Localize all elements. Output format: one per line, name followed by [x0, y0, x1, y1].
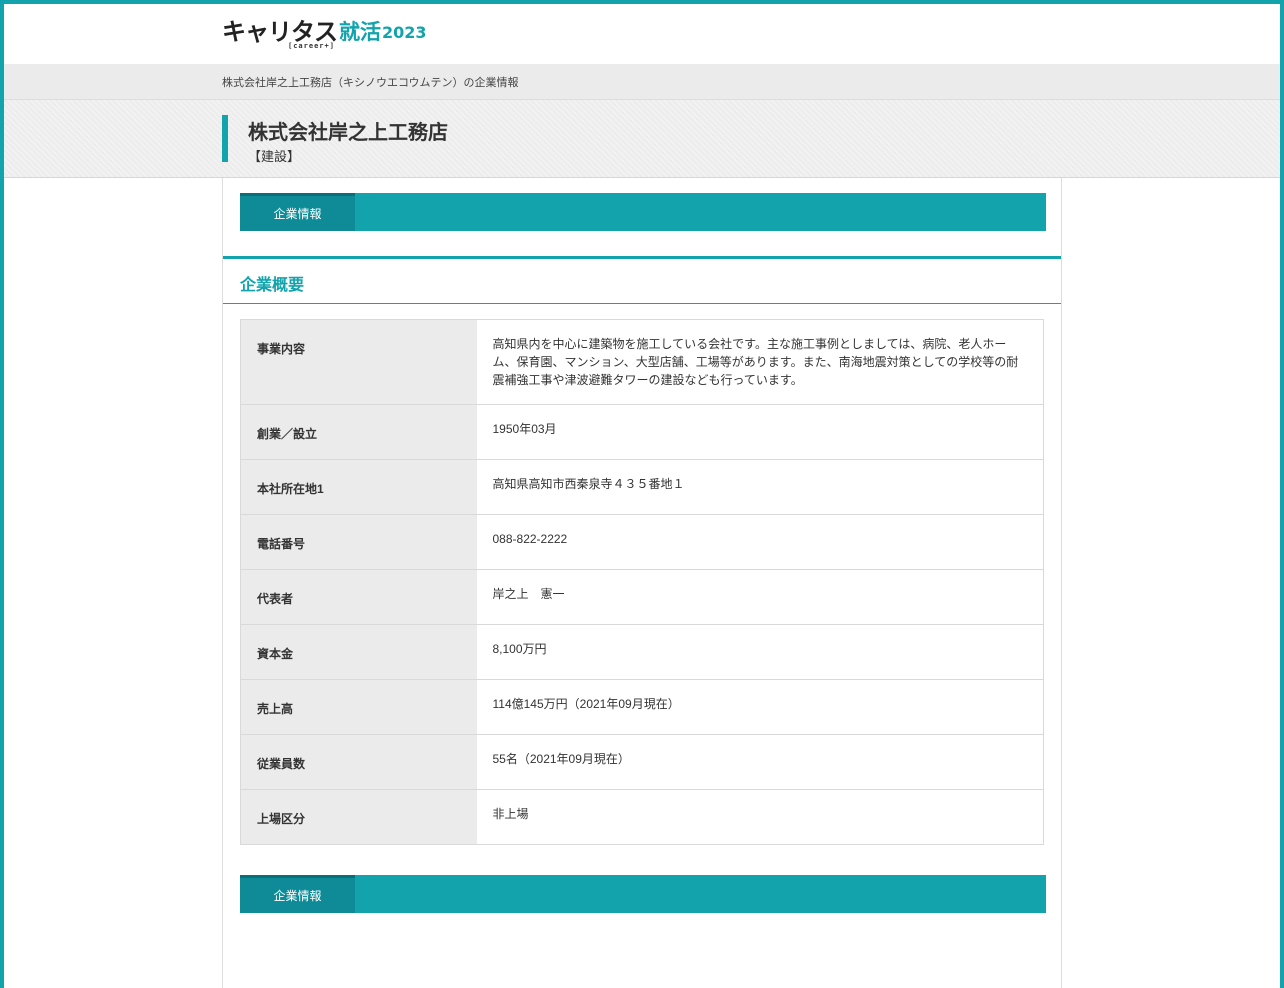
- logo-year-text: 2023: [382, 23, 427, 42]
- breadcrumb: 株式会社岸之上工務店（キシノウエコウムテン）の企業情報: [222, 77, 519, 89]
- row-label: 創業／設立: [240, 404, 477, 460]
- section-title: 企業概要: [240, 277, 305, 294]
- industry-label: 【建設】: [248, 149, 301, 164]
- logo-subtitle: [career+]: [288, 42, 335, 50]
- row-label: 売上高: [240, 679, 477, 735]
- row-label: 従業員数: [240, 734, 477, 790]
- row-value: 114億145万円（2021年09月現在）: [476, 679, 1044, 735]
- company-title-band: 株式会社岸之上工務店 【建設】: [4, 100, 1280, 178]
- row-value: 高知県高知市西秦泉寺４３５番地１: [476, 459, 1044, 515]
- row-value: 1950年03月: [476, 404, 1044, 460]
- table-row: 事業内容 高知県内を中心に建築物を施工している会社です。主な施工事例としましては、…: [240, 319, 1044, 405]
- table-row: 従業員数 55名（2021年09月現在）: [240, 734, 1044, 790]
- row-label: 上場区分: [240, 789, 477, 845]
- site-logo[interactable]: キャリタス 就活 2023 [career+]: [222, 18, 427, 52]
- page-title: 株式会社岸之上工務店: [248, 122, 448, 144]
- row-value: 55名（2021年09月現在）: [476, 734, 1044, 790]
- table-row: 本社所在地1 高知県高知市西秦泉寺４３５番地１: [240, 459, 1044, 515]
- tab-bar-top: 企業情報: [240, 193, 1046, 231]
- row-value: 088-822-2222: [476, 514, 1044, 570]
- row-value: 岸之上 憲一: [476, 569, 1044, 625]
- table-row: 売上高 114億145万円（2021年09月現在）: [240, 679, 1044, 735]
- row-value: 高知県内を中心に建築物を施工している会社です。主な施工事例としましては、病院、老…: [476, 319, 1044, 405]
- company-overview-table: 事業内容 高知県内を中心に建築物を施工している会社です。主な施工事例としましては、…: [240, 319, 1044, 845]
- logo-accent-text: 就活: [339, 20, 381, 44]
- table-row: 上場区分 非上場: [240, 789, 1044, 845]
- tab-bar-bottom: 企業情報: [240, 875, 1046, 913]
- breadcrumb-bar: 株式会社岸之上工務店（キシノウエコウムテン）の企業情報: [4, 64, 1280, 100]
- row-label: 資本金: [240, 624, 477, 680]
- section-header: 企業概要: [223, 256, 1061, 304]
- tab-company-info[interactable]: 企業情報: [240, 193, 355, 231]
- row-label: 事業内容: [240, 319, 477, 405]
- site-header: キャリタス 就活 2023 [career+]: [4, 4, 1280, 64]
- table-row: 資本金 8,100万円: [240, 624, 1044, 680]
- row-value: 8,100万円: [476, 624, 1044, 680]
- table-row: 創業／設立 1950年03月: [240, 404, 1044, 460]
- row-label: 代表者: [240, 569, 477, 625]
- tab-company-info-bottom[interactable]: 企業情報: [240, 875, 355, 913]
- row-value: 非上場: [476, 789, 1044, 845]
- row-label: 電話番号: [240, 514, 477, 570]
- row-label: 本社所在地1: [240, 459, 477, 515]
- table-row: 電話番号 088-822-2222: [240, 514, 1044, 570]
- table-row: 代表者 岸之上 憲一: [240, 569, 1044, 625]
- main-content: 企業情報 企業概要 事業内容 高知県内を中心に建築物を施工している会社です。主な施…: [222, 178, 1062, 988]
- title-accent-bar: [222, 115, 228, 162]
